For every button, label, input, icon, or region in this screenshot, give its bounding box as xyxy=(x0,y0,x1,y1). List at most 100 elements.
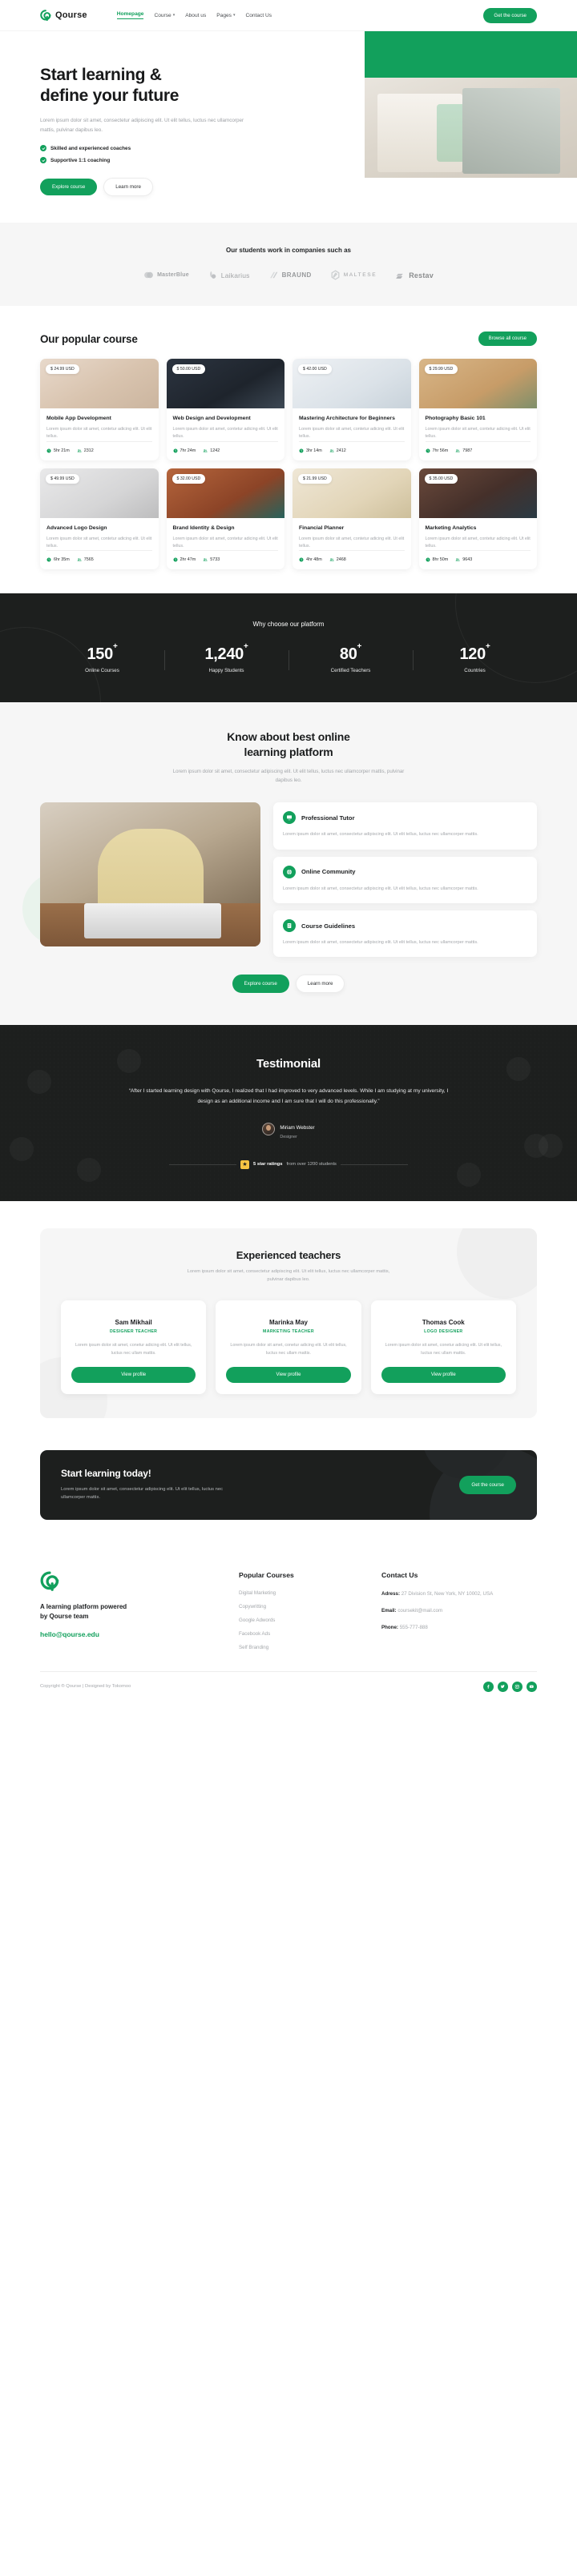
course-card[interactable]: $ 35.00 USD Marketing Analytics Lorem ipsu… xyxy=(418,468,537,570)
twitter-icon[interactable] xyxy=(498,1681,508,1692)
stat-label: Online Courses xyxy=(85,668,119,674)
clock-icon xyxy=(173,557,177,562)
hero-feature-label: Supportive 1:1 coaching xyxy=(50,157,111,163)
course-price: $ 50.00 USD xyxy=(171,364,206,375)
about-buttons: Explore course Learn more xyxy=(40,975,537,994)
course-card[interactable]: $ 49.99 USD Advanced Logo Design Lorem ips… xyxy=(40,468,159,570)
footer-link[interactable]: Google Adwords xyxy=(239,1618,381,1623)
course-thumbnail: $ 42.00 USD xyxy=(293,359,411,408)
footer-link[interactable]: Copywritting xyxy=(239,1604,381,1609)
course-desc: Lorem ipsum dolor sit amet, contetur adi… xyxy=(172,427,278,440)
testimonial-quote: “After I started learning design with Qo… xyxy=(128,1088,449,1105)
view-profile-button[interactable]: View profile xyxy=(226,1367,351,1384)
course-title: Marketing Analytics xyxy=(425,524,477,531)
course-students: 2468 xyxy=(329,557,346,562)
stat-number: 80 xyxy=(339,645,357,664)
course-price: $ 24.99 USD xyxy=(46,364,79,375)
course-duration: 6hr 35m xyxy=(46,557,70,562)
footer-contact-column: Contact Us Adress: 27 Division St, New Y… xyxy=(381,1571,537,1650)
hero-feature-label: Skilled and experienced coaches xyxy=(50,145,131,151)
feature-card-desc: Lorem ipsum dolor sit amet, consectetur … xyxy=(283,832,478,838)
hero-feature-item: Supportive 1:1 coaching xyxy=(40,157,305,164)
nav-item-contact-us[interactable]: Contact Us xyxy=(245,13,272,18)
teacher-name: Marinka May xyxy=(268,1319,308,1327)
course-price: $ 35.00 USD xyxy=(424,473,458,484)
view-profile-button[interactable]: View profile xyxy=(71,1367,196,1384)
nav-item-homepage[interactable]: Homepage xyxy=(116,11,144,19)
nav-item-about-us[interactable]: About us xyxy=(185,13,206,18)
about-title-line-2: learning platform xyxy=(244,745,333,758)
course-card[interactable]: $ 32.00 USD Brand Identity & Design Lorem … xyxy=(166,468,284,570)
feature-card-online-community: Online Community Lorem ipsum dolor sit a… xyxy=(273,856,537,904)
course-duration: 5hr 21m xyxy=(46,448,70,453)
teachers-grid: Sam Mikhail DESIGNER TEACHER Lorem ipsum… xyxy=(61,1300,516,1395)
clock-icon xyxy=(46,557,51,562)
stat-value: 150+ xyxy=(40,642,164,664)
footer-link[interactable]: Digital Marketing xyxy=(239,1590,381,1596)
course-students-label: 2312 xyxy=(83,448,94,453)
course-meta: 4hr 48m 2468 xyxy=(299,550,405,562)
learn-more-button[interactable]: Learn more xyxy=(103,178,153,197)
book-icon xyxy=(283,919,296,933)
course-desc: Lorem ipsum dolor sit amet, contetur adi… xyxy=(299,536,405,549)
explore-course-button[interactable]: Explore course xyxy=(40,179,98,196)
footer-email-link[interactable]: hello@qourse.edu xyxy=(40,1630,239,1638)
course-card[interactable]: $ 42.00 USD Mastering Architecture for Be… xyxy=(293,359,411,460)
teacher-desc: Lorem ipsum dolor sit amet, conetur adic… xyxy=(385,1343,502,1356)
course-card[interactable]: $ 50.00 USD Web Design and Development Lor… xyxy=(166,359,284,460)
brand-label: Laikarius xyxy=(220,271,250,279)
course-thumbnail: $ 49.99 USD xyxy=(40,468,159,518)
clock-icon xyxy=(299,557,304,562)
footer-address-value: 27 Division St, New York, NY 10002, USA xyxy=(401,1590,494,1597)
explore-course-button-secondary[interactable]: Explore course xyxy=(232,975,289,994)
get-the-course-button-cta[interactable]: Get the course xyxy=(459,1475,516,1494)
about-platform-section: Know about best online learning platform… xyxy=(0,702,577,1026)
nav-item-course[interactable]: Course ▾ xyxy=(154,13,175,18)
about-feature-list: Professional Tutor Lorem ipsum dolor sit… xyxy=(273,802,537,958)
course-meta: 7hr 24m 1242 xyxy=(172,440,278,453)
course-meta: 6hr 35m 7565 xyxy=(46,550,152,562)
view-profile-button[interactable]: View profile xyxy=(381,1367,506,1384)
course-card[interactable]: $ 29.99 USD Photography Basic 101 Lorem ip… xyxy=(418,359,537,460)
users-icon xyxy=(329,558,334,561)
users-icon xyxy=(455,558,460,561)
course-title: Photography Basic 101 xyxy=(425,416,486,421)
browse-all-course-button[interactable]: Browse all course xyxy=(478,332,537,346)
slashes-logo-icon xyxy=(268,270,279,280)
feature-card-desc: Lorem ipsum dolor sit amet, consectetur … xyxy=(283,886,478,891)
stat-label: Happy Students xyxy=(208,668,244,674)
testimonial-author-name: Miriam Webster xyxy=(280,1125,315,1131)
course-title: Brand Identity & Design xyxy=(172,524,235,531)
hero-feature-list: Skilled and experienced coaches Supporti… xyxy=(40,145,305,164)
footer-email-value[interactable]: coursekit@mail.com xyxy=(397,1608,442,1614)
testimonial-title: Testimonial xyxy=(256,1057,321,1071)
teachers-section: Experienced teachers Lorem ipsum dolor s… xyxy=(0,1200,577,1446)
course-card[interactable]: $ 24.99 USD Mobile App Development Lorem i… xyxy=(40,359,159,460)
site-footer: A learning platform powered by Qourse te… xyxy=(0,1546,577,1705)
feature-card-title: Online Community xyxy=(301,868,356,876)
get-the-course-button[interactable]: Get the course xyxy=(483,7,537,23)
instagram-icon[interactable] xyxy=(512,1681,523,1692)
site-logo[interactable]: Qourse xyxy=(40,9,87,22)
footer-link[interactable]: Self Branding xyxy=(239,1645,381,1650)
teacher-name: Sam Mikhail xyxy=(115,1319,152,1327)
learn-more-button-secondary[interactable]: Learn more xyxy=(295,975,345,994)
course-duration: 7hr 24m xyxy=(173,448,196,453)
footer-link[interactable]: Facebook Ads xyxy=(239,1631,381,1637)
nav-item-pages[interactable]: Pages ▾ xyxy=(216,13,235,18)
clock-icon xyxy=(299,448,304,453)
nav-label: Course xyxy=(154,12,171,18)
course-students-label: 5733 xyxy=(210,557,220,563)
company-logos-title: Our students work in companies such as xyxy=(225,247,352,254)
hero-title-line-2: define your future xyxy=(40,86,180,106)
users-icon xyxy=(455,448,460,452)
stat-happy-students: 1,240+ Happy Students xyxy=(164,642,288,674)
feature-card-title: Course Guidelines xyxy=(301,922,356,930)
course-card[interactable]: $ 21.99 USD Financial Planner Lorem ipsum … xyxy=(293,468,411,570)
popular-courses-header: Our popular course Browse all course xyxy=(40,332,537,346)
youtube-icon[interactable] xyxy=(527,1681,537,1692)
facebook-icon[interactable] xyxy=(483,1681,494,1692)
footer-contact-heading: Contact Us xyxy=(381,1570,418,1579)
avatar xyxy=(262,1122,276,1135)
course-meta: 7hr 56m 7987 xyxy=(425,440,531,453)
